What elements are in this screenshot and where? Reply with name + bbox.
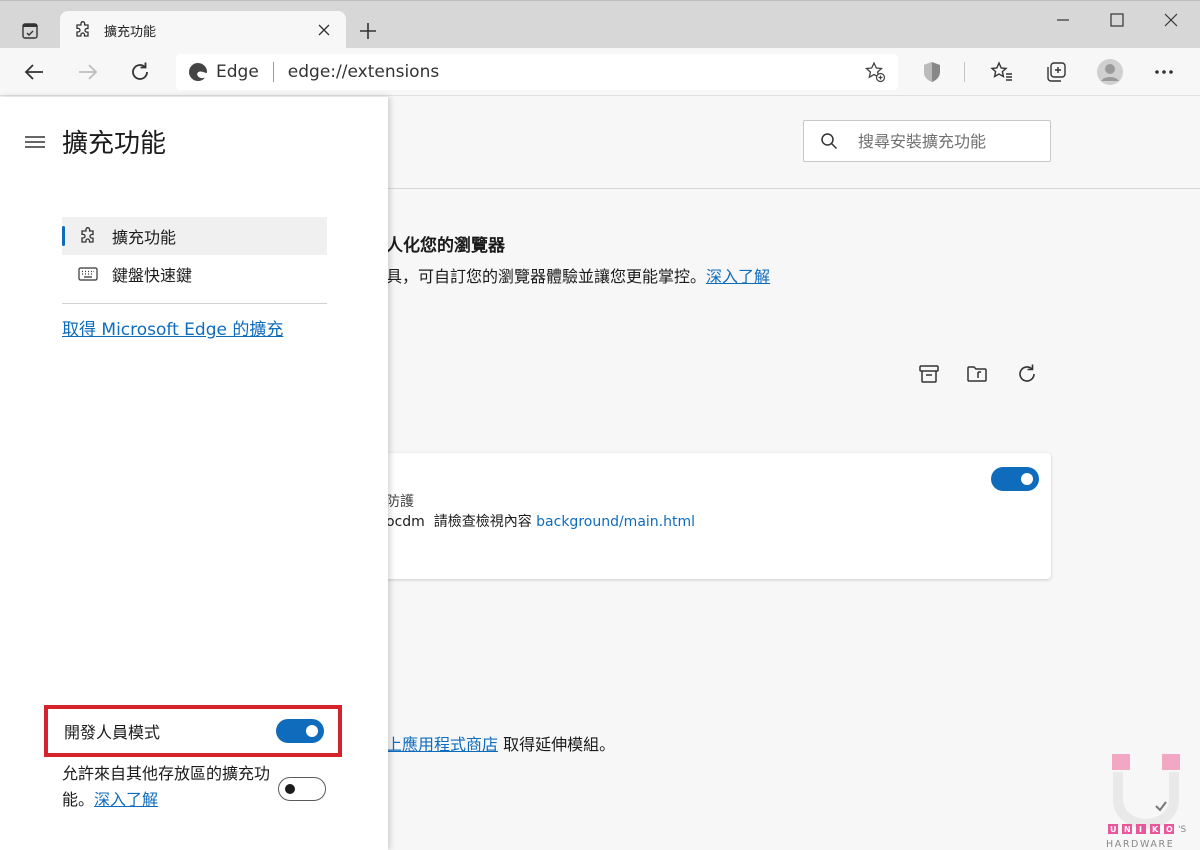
nav-item-keyboard-shortcuts[interactable]: 鍵盤快速鍵 [62, 255, 327, 293]
minimize-button[interactable] [1040, 7, 1086, 33]
more-options-icon [1155, 70, 1173, 74]
nav-item-label: 鍵盤快速鍵 [112, 266, 193, 285]
pack-extension-button[interactable] [916, 361, 942, 387]
favorites-button[interactable] [988, 58, 1016, 86]
address-separator [272, 62, 274, 82]
hamburger-menu-icon[interactable] [24, 133, 46, 151]
side-nav: 擴充功能 鍵盤快速鍵 [62, 217, 327, 293]
tab-title: 擴充功能 [104, 24, 157, 40]
store-link[interactable]: 上應用程式商店 [386, 735, 498, 754]
allow-other-stores-toggle[interactable] [278, 777, 326, 801]
maximize-icon [1110, 13, 1124, 27]
site-name: Edge [216, 62, 259, 82]
promo-title: 人化您的瀏覽器 [386, 236, 505, 256]
developer-mode-label: 開發人員模式 [64, 723, 161, 742]
search-input[interactable] [858, 131, 1038, 151]
forward-button[interactable] [74, 58, 102, 86]
toolbar-divider [964, 62, 965, 82]
tab-actions-button[interactable] [14, 15, 46, 47]
svg-text:N: N [1124, 825, 1131, 834]
store-line: 上應用程式商店 取得延伸模組。 [386, 731, 615, 755]
allow-other-stores-text: 允許來自其他存放區的擴充功能。深入了解 [62, 761, 272, 813]
keyboard-icon [78, 264, 98, 284]
puzzle-icon [76, 21, 89, 37]
developer-mode-toggle[interactable] [276, 719, 324, 743]
learn-more-link[interactable]: 深入了解 [706, 267, 770, 286]
new-tab-button[interactable] [356, 19, 380, 43]
developer-mode-row: 開發人員模式 [44, 705, 342, 757]
watermark-logo: UNI KO 'S HARDWARE [1106, 754, 1186, 850]
promo-description: 具，可自訂您的瀏覽器體驗並讓您更能掌控。深入了解 [386, 263, 770, 287]
close-window-button[interactable] [1148, 7, 1194, 33]
tracking-prevention-button[interactable] [918, 58, 946, 86]
extension-description: 防護 [386, 494, 414, 510]
svg-text:I: I [1139, 825, 1142, 834]
panel-title: 擴充功能 [62, 129, 167, 159]
search-icon [821, 133, 838, 150]
tab-extensions[interactable]: 擴充功能 [60, 11, 346, 49]
address-bar[interactable]: Edge edge://extensions [176, 54, 898, 90]
svg-text:O: O [1166, 825, 1173, 834]
puzzle-icon [78, 226, 98, 246]
add-favorite-icon[interactable] [864, 61, 886, 83]
plus-icon [360, 23, 376, 39]
arrow-left-icon [24, 64, 43, 80]
nav-item-label: 擴充功能 [112, 228, 177, 247]
title-bar: 擴充功能 [0, 0, 1200, 49]
refresh-button[interactable] [126, 58, 154, 86]
close-icon [1164, 13, 1178, 27]
avatar-icon [1097, 59, 1123, 85]
update-button[interactable] [1014, 361, 1040, 387]
nav-item-extensions[interactable]: 擴充功能 [62, 217, 327, 255]
profile-button[interactable] [1096, 58, 1124, 86]
svg-text:U: U [1110, 825, 1117, 834]
store-suffix: 取得延伸模組。 [498, 735, 616, 754]
folder-icon [967, 366, 987, 382]
load-unpacked-button[interactable] [964, 361, 990, 387]
refresh-icon [132, 62, 148, 80]
settings-menu-button[interactable] [1150, 58, 1178, 86]
back-button[interactable] [20, 58, 48, 86]
allow-other-stores-learn-more[interactable]: 深入了解 [94, 790, 158, 809]
refresh-icon [1019, 364, 1035, 382]
inspect-background-link[interactable]: background/main.html [536, 514, 695, 530]
search-extensions-field[interactable] [803, 120, 1051, 162]
collections-button[interactable] [1042, 58, 1070, 86]
maximize-button[interactable] [1094, 7, 1140, 33]
svg-text:HARDWARE: HARDWARE [1106, 839, 1174, 850]
close-tab-icon[interactable] [316, 22, 332, 38]
svg-text:K: K [1152, 825, 1159, 834]
allow-other-stores-row: 允許來自其他存放區的擴充功能。深入了解 [62, 761, 332, 813]
extension-actions [916, 361, 1046, 387]
extensions-side-panel: 擴充功能 擴充功能 鍵盤快速鍵 取得 Microsoft Edge 的擴充 開發… [0, 97, 388, 850]
extension-inspect-line: ocdm 請檢查檢視內容 background/main.html [386, 511, 695, 531]
panel-divider [62, 303, 327, 304]
minimize-icon [1057, 19, 1069, 21]
extension-id-fragment: ocdm [386, 514, 425, 530]
extension-card: 防護 ocdm 請檢查檢視內容 background/main.html [340, 453, 1051, 579]
svg-text:'S: 'S [1178, 825, 1186, 835]
url-text[interactable]: edge://extensions [288, 62, 864, 82]
get-extensions-link[interactable]: 取得 Microsoft Edge 的擴充 [62, 315, 283, 340]
edge-logo-icon [189, 62, 208, 81]
extension-enable-toggle[interactable] [991, 467, 1039, 491]
tab-actions-icon [22, 23, 38, 39]
promo-description-text: 具，可自訂您的瀏覽器體驗並讓您更能掌控。 [386, 267, 707, 286]
arrow-right-icon [79, 64, 98, 80]
shield-icon [924, 62, 940, 82]
inspect-views-label: 請檢查檢視內容 [433, 514, 532, 530]
browser-toolbar: Edge edge://extensions [0, 48, 1200, 96]
favorites-icon [990, 61, 1012, 81]
collections-icon [1047, 62, 1066, 82]
archive-icon [919, 365, 939, 383]
